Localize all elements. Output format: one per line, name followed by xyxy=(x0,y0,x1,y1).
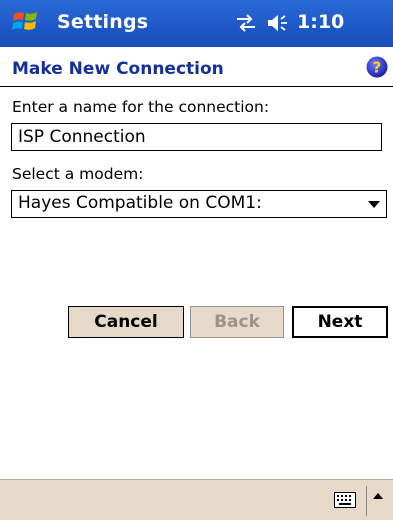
back-button[interactable]: Back xyxy=(190,306,284,338)
svg-text:?: ? xyxy=(373,59,382,77)
windows-flag-icon[interactable] xyxy=(12,8,40,36)
connectivity-arrows-icon[interactable] xyxy=(235,13,257,33)
chevron-down-icon[interactable] xyxy=(368,201,380,208)
page-header: Make New Connection ? xyxy=(0,47,393,87)
divider xyxy=(366,486,367,516)
app-title: Settings xyxy=(57,11,149,33)
sip-arrow-up-icon[interactable] xyxy=(373,493,383,499)
connection-name-input[interactable] xyxy=(11,123,382,151)
keyboard-icon[interactable] xyxy=(334,492,356,508)
menu-bar xyxy=(0,479,393,520)
speaker-icon[interactable] xyxy=(266,13,290,33)
cancel-button[interactable]: Cancel xyxy=(68,306,184,338)
modem-selected-value: Hayes Compatible on COM1: xyxy=(18,193,262,213)
help-icon[interactable]: ? xyxy=(366,56,388,78)
page-title: Make New Connection xyxy=(12,59,224,79)
modem-select[interactable]: Hayes Compatible on COM1: xyxy=(11,190,387,218)
modem-label: Select a modem: xyxy=(12,165,144,183)
next-button[interactable]: Next xyxy=(292,306,388,338)
title-bar: Settings 1:10 xyxy=(0,0,393,47)
clock[interactable]: 1:10 xyxy=(297,11,344,33)
header-divider xyxy=(0,86,393,87)
connection-name-label: Enter a name for the connection: xyxy=(12,98,270,116)
